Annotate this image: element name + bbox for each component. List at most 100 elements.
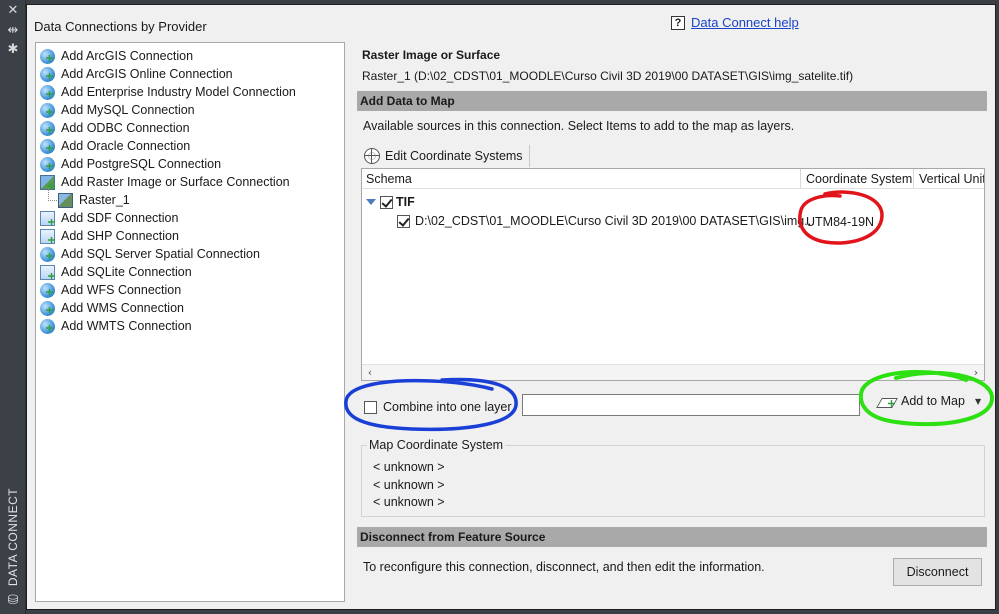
map-cs-value: < unknown > (373, 478, 445, 492)
tree-item-label: Add Oracle Connection (61, 139, 191, 153)
tree-item-label: Add MySQL Connection (61, 103, 195, 117)
file-icon (40, 210, 55, 226)
column-schema[interactable]: Schema (366, 172, 412, 186)
globe-icon (40, 120, 55, 136)
tree-item-sqlserver[interactable]: Add SQL Server Spatial Connection (36, 245, 344, 263)
tree-item-mysql[interactable]: Add MySQL Connection (36, 101, 344, 119)
edit-cs-label: Edit Coordinate Systems (385, 149, 523, 163)
horizontal-scrollbar[interactable]: ‹ › (362, 364, 984, 380)
map-cs-value: < unknown > (373, 495, 445, 509)
tree-item-wmts[interactable]: Add WMTS Connection (36, 317, 344, 335)
combine-option[interactable]: Combine into one layer (364, 400, 512, 414)
combine-label: Combine into one layer (383, 400, 512, 414)
globe-icon (40, 84, 55, 100)
globe-icon (40, 246, 55, 262)
item-checkbox[interactable] (397, 214, 410, 228)
tree-item-raster[interactable]: Add Raster Image or Surface Connection (36, 173, 344, 191)
help-area: ? Data Connect help (671, 15, 799, 30)
tree-item-label: Add Raster Image or Surface Connection (61, 175, 290, 189)
help-icon[interactable]: ? (671, 15, 685, 30)
item-path: D:\02_CDST\01_MOODLE\Curso Civil 3D 2019… (415, 214, 815, 228)
providers-title: Data Connections by Provider (34, 19, 207, 34)
tree-item-label: Add WMTS Connection (61, 319, 192, 333)
source-path: Raster_1 (D:\02_CDST\01_MOODLE\Curso Civ… (362, 69, 854, 83)
tif-checkbox[interactable] (380, 195, 393, 209)
add-to-map-label: Add to Map (901, 394, 965, 408)
add-layer-icon (879, 394, 897, 408)
disconnect-text: To reconfigure this connection, disconne… (363, 560, 765, 574)
globe-icon (40, 66, 55, 82)
raster-icon (40, 174, 55, 190)
collapse-icon[interactable]: ⇹ (6, 24, 20, 38)
tree-item-enterprise[interactable]: Add Enterprise Industry Model Connection (36, 83, 344, 101)
source-title: Raster Image or Surface (362, 48, 501, 62)
tree-item-label: Add SDF Connection (61, 211, 179, 225)
column-coordinate-system[interactable]: Coordinate System (806, 172, 912, 186)
tree-item-odbc[interactable]: Add ODBC Connection (36, 119, 344, 137)
globe-icon (40, 282, 55, 298)
tree-item-label: Add SQLite Connection (61, 265, 192, 279)
raster-layer-icon (58, 192, 73, 208)
dropdown-caret-icon[interactable]: ▼ (975, 397, 981, 406)
schema-header: Schema Coordinate System Vertical Unit (362, 169, 984, 189)
schema-name: TIF (396, 195, 415, 209)
provider-tree: Add ArcGIS Connection Add ArcGIS Online … (35, 42, 345, 602)
tree-item-raster-1[interactable]: Raster_1 (36, 189, 344, 209)
map-cs-value: < unknown > (373, 460, 445, 474)
column-vertical-unit[interactable]: Vertical Unit (919, 172, 984, 186)
add-to-map-button[interactable]: Add to Map ▼ (875, 389, 985, 413)
tree-item-label: Add ODBC Connection (61, 121, 190, 135)
tree-item-arcgis-online[interactable]: Add ArcGIS Online Connection (36, 65, 344, 83)
disconnect-button[interactable]: Disconnect (893, 558, 982, 586)
settings-icon[interactable]: ✱ (6, 43, 20, 57)
tree-item-postgresql[interactable]: Add PostgreSQL Connection (36, 155, 344, 173)
schema-grid: Schema Coordinate System Vertical Unit T… (361, 168, 985, 381)
expand-triangle-icon[interactable] (366, 199, 376, 205)
tree-item-label: Raster_1 (79, 193, 130, 207)
tree-item-sqlite[interactable]: Add SQLite Connection (36, 263, 344, 281)
tree-item-wms[interactable]: Add WMS Connection (36, 299, 344, 317)
scroll-left-icon[interactable]: ‹ (362, 365, 378, 380)
globe-grid-icon (364, 148, 380, 164)
tree-item-oracle[interactable]: Add Oracle Connection (36, 137, 344, 155)
tree-item-label: Add SQL Server Spatial Connection (61, 247, 260, 261)
strip-title: DATA CONNECT (6, 487, 20, 587)
file-icon (40, 264, 55, 280)
tree-item-label: Add WFS Connection (61, 283, 182, 297)
tree-item-shp[interactable]: Add SHP Connection (36, 227, 344, 245)
schema-row-tif[interactable]: TIF (366, 195, 415, 209)
file-icon (40, 228, 55, 244)
globe-icon (40, 300, 55, 316)
tree-item-label: Add ArcGIS Connection (61, 49, 194, 63)
close-icon[interactable]: ✕ (6, 4, 20, 18)
globe-icon (40, 138, 55, 154)
tree-item-sdf[interactable]: Add SDF Connection (36, 209, 344, 227)
help-link[interactable]: Data Connect help (691, 15, 799, 30)
add-data-header: Add Data to Map (357, 91, 987, 111)
tree-item-label: Add PostgreSQL Connection (61, 157, 222, 171)
item-coordinate-system[interactable]: UTM84-19N (806, 215, 874, 229)
database-icon[interactable]: ⛁ (6, 594, 20, 608)
layer-name-input[interactable] (522, 394, 860, 416)
globe-icon (40, 156, 55, 172)
instructions-text: Available sources in this connection. Se… (363, 119, 795, 133)
disconnect-header: Disconnect from Feature Source (357, 527, 987, 547)
tree-item-arcgis[interactable]: Add ArcGIS Connection (36, 47, 344, 65)
side-strip: ✕ ⇹ ✱ DATA CONNECT ⛁ (0, 0, 26, 614)
tree-item-wfs[interactable]: Add WFS Connection (36, 281, 344, 299)
edit-coordinate-systems-button[interactable]: Edit Coordinate Systems (362, 145, 530, 167)
column-separator (913, 169, 914, 189)
map-cs-title: Map Coordinate System (367, 438, 506, 452)
globe-icon (40, 318, 55, 334)
scroll-right-icon[interactable]: › (968, 365, 984, 380)
column-separator (800, 169, 801, 189)
map-coordinate-system-group (361, 445, 985, 517)
globe-icon (40, 102, 55, 118)
combine-checkbox[interactable] (364, 400, 377, 414)
tree-item-label: Add SHP Connection (61, 229, 179, 243)
tree-item-label: Add WMS Connection (61, 301, 184, 315)
data-connect-panel: Data Connections by Provider Add ArcGIS … (26, 4, 996, 610)
schema-item-row[interactable]: D:\02_CDST\01_MOODLE\Curso Civil 3D 2019… (397, 214, 815, 228)
tree-item-label: Add ArcGIS Online Connection (61, 67, 233, 81)
tree-item-label: Add Enterprise Industry Model Connection (61, 85, 296, 99)
